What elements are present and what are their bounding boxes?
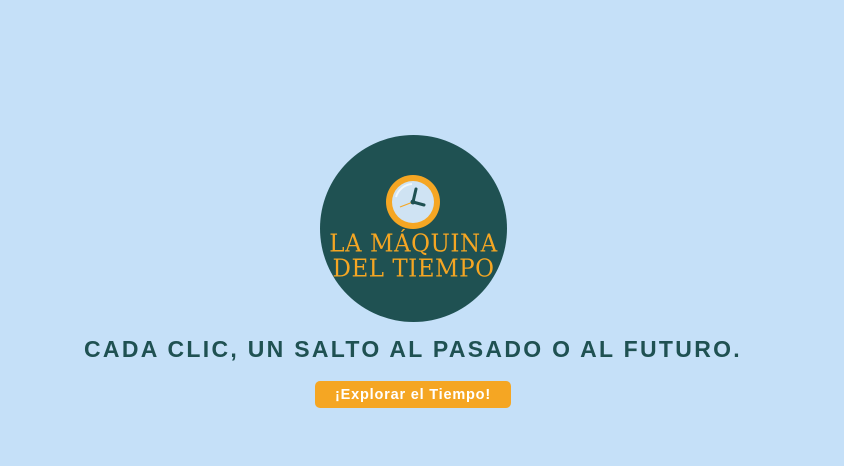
logo-title-line-2: DEL TIEMPO bbox=[332, 255, 495, 283]
explore-time-button[interactable]: ¡Explorar el Tiempo! bbox=[315, 381, 511, 408]
clock-icon bbox=[386, 175, 440, 229]
landing-page: LA MÁQUINA DEL TIEMPO CADA CLIC, UN SALT… bbox=[0, 0, 844, 466]
tagline: CADA CLIC, UN SALTO AL PASADO O AL FUTUR… bbox=[84, 336, 742, 362]
logo-title-line-1: LA MÁQUINA bbox=[329, 230, 498, 258]
logo: LA MÁQUINA DEL TIEMPO bbox=[320, 135, 507, 322]
